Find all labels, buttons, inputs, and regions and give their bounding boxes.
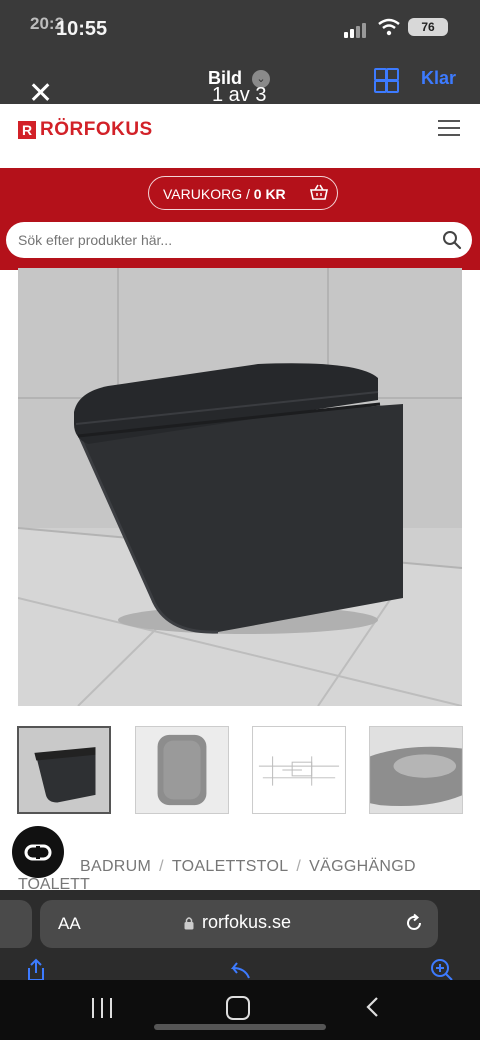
home-icon[interactable] bbox=[226, 996, 250, 1020]
status-time: 10:55 bbox=[56, 18, 108, 40]
battery-icon: 76 bbox=[408, 18, 448, 36]
home-indicator[interactable] bbox=[154, 1024, 326, 1030]
text-size-button[interactable]: AA bbox=[58, 914, 81, 934]
chat-button[interactable] bbox=[12, 826, 64, 878]
back-icon[interactable] bbox=[364, 996, 380, 1018]
product-image[interactable] bbox=[18, 268, 462, 706]
zoom-in-icon[interactable] bbox=[428, 958, 456, 982]
reply-icon[interactable] bbox=[225, 958, 253, 982]
share-icon[interactable] bbox=[22, 958, 50, 982]
menu-icon[interactable] bbox=[438, 120, 460, 136]
breadcrumb-separator: / bbox=[296, 858, 302, 875]
logo-mark: R bbox=[18, 121, 36, 139]
chat-icon bbox=[24, 844, 52, 861]
url-text[interactable]: rorfokus.se bbox=[202, 912, 291, 933]
breadcrumb: BADRUM / TOALETTSTOL / VÄGGHÄNGD bbox=[80, 858, 416, 876]
search-input[interactable] bbox=[18, 230, 418, 250]
basket-icon bbox=[310, 184, 328, 200]
breadcrumb-item-toalettstol[interactable]: TOALETTSTOL bbox=[172, 858, 289, 875]
thumbnail-grey-toilet-top[interactable] bbox=[135, 726, 229, 814]
previous-tab[interactable] bbox=[0, 900, 32, 948]
done-button[interactable]: Klar bbox=[421, 68, 456, 89]
recent-apps-icon[interactable] bbox=[92, 998, 114, 1018]
site-logo[interactable]: R RÖRFOKUS bbox=[18, 118, 153, 142]
thumbnail-black-toilet[interactable] bbox=[17, 726, 111, 814]
breadcrumb-separator: / bbox=[159, 858, 164, 875]
cart-label: VARUKORG / bbox=[163, 186, 254, 202]
grid-view-icon[interactable] bbox=[374, 68, 399, 93]
signal-icon bbox=[344, 22, 374, 38]
cart-amount: 0 KR bbox=[253, 186, 286, 202]
lock-icon bbox=[184, 917, 194, 930]
reload-icon[interactable] bbox=[404, 913, 424, 933]
search-icon[interactable] bbox=[442, 230, 462, 250]
logo-text: RÖRFOKUS bbox=[40, 119, 153, 140]
thumbnail-grey-toilet-inside[interactable] bbox=[369, 726, 463, 814]
wifi-icon bbox=[378, 18, 400, 36]
breadcrumb-item-vagghangd[interactable]: VÄGGHÄNGD bbox=[309, 858, 416, 875]
thumbnail-technical-drawing[interactable] bbox=[252, 726, 346, 814]
breadcrumb-item-badrum[interactable]: BADRUM bbox=[80, 858, 151, 875]
